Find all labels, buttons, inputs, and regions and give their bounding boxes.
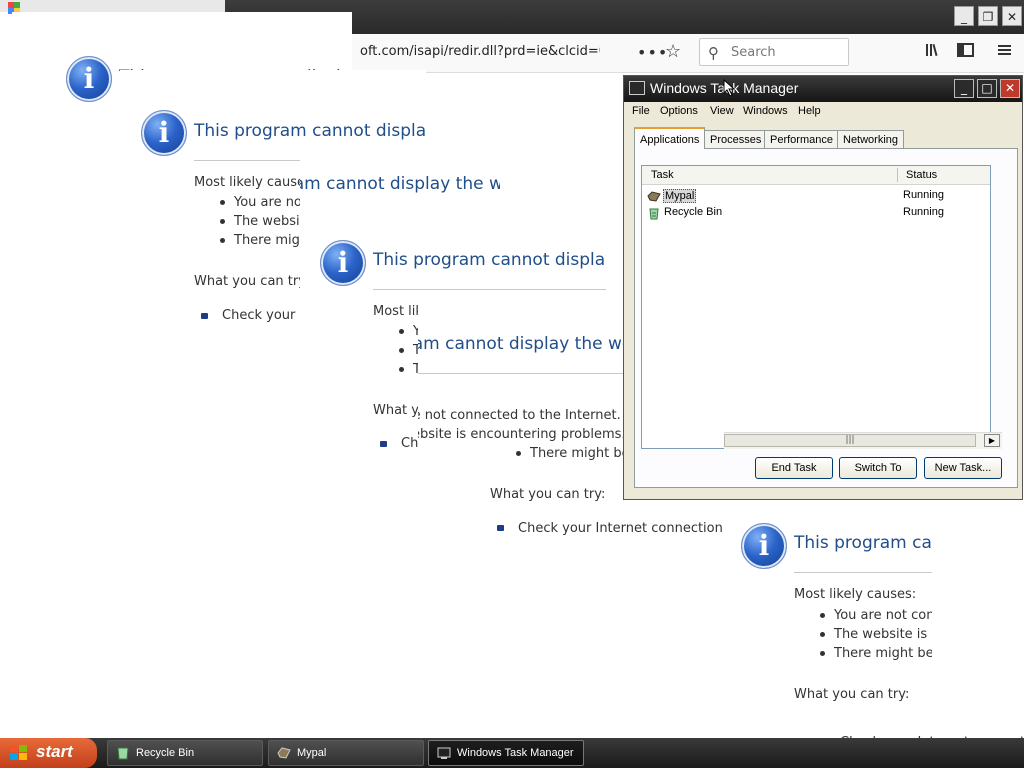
bullet (820, 613, 825, 618)
bullet (220, 219, 225, 224)
browser-close-button[interactable]: ✕ (1002, 6, 1022, 26)
tab-processes[interactable]: Processes (704, 130, 768, 148)
task-manager-icon (437, 747, 451, 759)
task-manager-titlebar[interactable]: Windows Task Manager _ □ ✕ (624, 76, 1022, 102)
info-icon: i (141, 110, 187, 156)
bullet (220, 200, 225, 205)
bullet (399, 348, 404, 353)
bullet (820, 651, 825, 656)
browser-minimize-button[interactable]: _ (954, 6, 974, 26)
tab-performance[interactable]: Performance (764, 130, 839, 148)
task-name: Recycle Bin (664, 206, 723, 218)
mouse-cursor-icon (723, 78, 736, 101)
column-status[interactable]: Status (906, 169, 937, 181)
task-name: Mypal (663, 189, 697, 203)
windows-logo-icon (10, 745, 27, 760)
try-heading: What you can try: (794, 687, 910, 702)
start-button[interactable]: start (0, 738, 97, 768)
info-icon: i (66, 56, 112, 102)
taskbar-item-recycle-bin[interactable]: Recycle Bin (107, 740, 263, 766)
library-icon[interactable] (925, 42, 943, 63)
bullet (399, 367, 404, 372)
url-bar[interactable]: oft.com/isapi/redir.dll?prd=ie&clcid=0SU (360, 44, 600, 59)
taskbar: start Recycle Bin Mypal Windows Task Man… (0, 738, 1024, 768)
error-page-fragment: i This program cannot display the webpag… (722, 500, 1024, 768)
cause-item: You are not connected to the Internet. (418, 408, 621, 423)
app-logo-icon (8, 2, 14, 8)
task-status: Running (903, 189, 944, 201)
recycle-bin-icon (648, 205, 660, 220)
tab-networking[interactable]: Networking (837, 130, 905, 148)
menu-windows[interactable]: Windows (743, 105, 788, 117)
mypal-icon (277, 747, 291, 759)
page-actions-icon[interactable]: ••• (637, 43, 668, 62)
causes-heading: Most likely causes: (194, 175, 317, 190)
try-heading: What you can try: (490, 487, 606, 502)
task-manager-icon (629, 81, 645, 95)
causes-heading: Most likely causes: (794, 587, 917, 602)
taskbar-item-label: Windows Task Manager (457, 747, 574, 759)
sidebar-icon[interactable] (957, 42, 975, 63)
taskbar-item-label: Mypal (297, 747, 327, 759)
try-bullet (201, 313, 208, 319)
recycle-bin-icon (117, 747, 129, 760)
info-icon: i (741, 523, 787, 569)
menu-view[interactable]: View (710, 105, 734, 117)
cause-item: The website is encountering problems. (418, 427, 626, 442)
table-row[interactable]: Recycle Bin Running (643, 204, 989, 221)
bullet (220, 238, 225, 243)
maximize-button[interactable]: □ (977, 79, 997, 98)
try-item: Check your Internet connection. Try visi… (518, 521, 722, 535)
menu-bar: File Options View Windows Help (624, 102, 1022, 122)
error-title: This program cannot display the webpage (300, 174, 500, 194)
hamburger-menu-icon[interactable] (997, 42, 1013, 63)
search-icon: ⚲ (708, 44, 719, 62)
error-title: This program cannot display the webpage (194, 121, 426, 141)
menu-options[interactable]: Options (660, 105, 698, 117)
cause-item: The website is encountering problems. (834, 627, 932, 642)
new-task-button[interactable]: New Task... (924, 457, 1002, 479)
try-heading: What you can try: (194, 274, 310, 289)
bullet (399, 329, 404, 334)
info-icon: i (320, 240, 366, 286)
column-divider (897, 168, 898, 182)
bookmark-star-icon[interactable]: ☆ (665, 41, 681, 62)
horizontal-scrollbar[interactable]: ||| ▶ (724, 432, 1002, 449)
scroll-right-arrow-icon[interactable]: ▶ (984, 434, 1000, 447)
try-bullet (497, 525, 504, 531)
scrollbar-thumb[interactable]: ||| (724, 434, 976, 447)
switch-to-button[interactable]: Switch To (839, 457, 917, 479)
browser-restore-button[interactable]: ❐ (978, 6, 998, 26)
taskbar-item-task-manager[interactable]: Windows Task Manager (428, 740, 584, 766)
tab-applications[interactable]: Applications (634, 127, 706, 149)
minimize-button[interactable]: _ (954, 79, 974, 98)
search-input[interactable]: ⚲ Search (699, 38, 849, 66)
taskbar-item-label: Recycle Bin (136, 747, 195, 759)
bullet (820, 632, 825, 637)
menu-file[interactable]: File (632, 105, 650, 117)
task-manager-window: Windows Task Manager _ □ ✕ File Options … (623, 75, 1023, 500)
list-header: Task Status (642, 166, 990, 185)
bullet (516, 451, 521, 456)
cause-item: There might be a typing error in the add… (834, 646, 932, 661)
end-task-button[interactable]: End Task (755, 457, 833, 479)
try-bullet (380, 441, 387, 447)
cause-item: You are not connected to the Internet. (834, 608, 932, 623)
column-task[interactable]: Task (651, 169, 674, 181)
divider (794, 572, 932, 573)
mypal-icon (647, 188, 661, 202)
start-label: start (36, 742, 73, 761)
divider (373, 289, 606, 290)
error-title: This program cannot display the webpage (373, 250, 606, 270)
menu-help[interactable]: Help (798, 105, 821, 117)
task-list: Task Status Mypal Running Recycle Bin Ru… (641, 165, 991, 449)
table-row[interactable]: Mypal Running (643, 187, 989, 204)
error-title: This program cannot display the webpage (794, 533, 932, 553)
taskbar-item-mypal[interactable]: Mypal (268, 740, 424, 766)
background-window-strip (0, 0, 225, 12)
task-status: Running (903, 206, 944, 218)
search-placeholder: Search (731, 45, 776, 60)
close-button[interactable]: ✕ (1000, 79, 1020, 98)
